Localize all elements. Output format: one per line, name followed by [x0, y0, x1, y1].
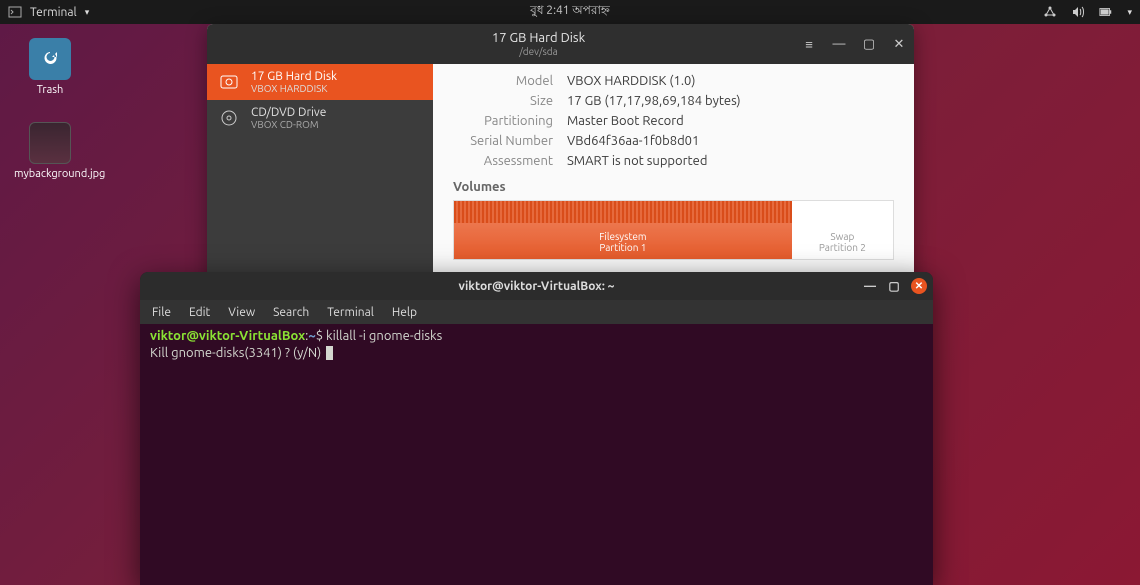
- volume-fs-label: Filesystem: [599, 231, 646, 242]
- info-label-size: Size: [453, 94, 553, 108]
- trash-desktop-icon[interactable]: Trash: [18, 38, 82, 96]
- sidebar-item-label: 17 GB Hard Disk: [251, 70, 337, 83]
- terminal-output: Kill gnome-disks(3341) ? (y/N): [150, 346, 324, 360]
- cd-icon: [217, 106, 241, 130]
- chevron-down-icon[interactable]: ▾: [85, 7, 90, 18]
- terminal-line: Kill gnome-disks(3341) ? (y/N): [150, 345, 923, 362]
- volume-partition-1[interactable]: Filesystem Partition 1: [454, 201, 792, 259]
- terminal-body[interactable]: viktor@viktor-VirtualBox:~$ killall -i g…: [140, 324, 933, 366]
- sidebar-item-sublabel: VBOX HARDDISK: [251, 83, 337, 94]
- disks-subtitle: /dev/sda: [275, 46, 802, 57]
- trash-label: Trash: [18, 84, 82, 96]
- terminal-command: killall -i gnome-disks: [323, 329, 442, 343]
- info-label-model: Model: [453, 74, 553, 88]
- maximize-button[interactable]: ▢: [887, 279, 901, 293]
- terminal-menubar: File Edit View Search Terminal Help: [140, 300, 933, 324]
- menu-file[interactable]: File: [152, 306, 171, 319]
- menu-help[interactable]: Help: [392, 306, 417, 319]
- prompt-user: viktor@viktor-VirtualBox: [150, 329, 305, 343]
- disks-title: 17 GB Hard Disk: [275, 31, 802, 45]
- info-label-serial: Serial Number: [453, 134, 553, 148]
- battery-icon[interactable]: [1099, 5, 1113, 19]
- harddisk-icon: [217, 70, 241, 94]
- terminal-title: viktor@viktor-VirtualBox: ~: [459, 280, 615, 293]
- volume-fs-label: Swap: [830, 231, 854, 242]
- disks-main: Model VBOX HARDDISK (1.0) Size 17 GB (17,1…: [433, 64, 914, 292]
- terminal-titlebar: viktor@viktor-VirtualBox: ~ — ▢ ✕: [140, 272, 933, 300]
- menu-edit[interactable]: Edit: [189, 306, 210, 319]
- image-thumbnail-icon: [29, 122, 71, 164]
- prompt-dollar: $: [316, 329, 323, 343]
- menu-terminal[interactable]: Terminal: [327, 306, 374, 319]
- clock[interactable]: বুধ 2:41 অপরাহ্ন: [530, 2, 610, 22]
- top-panel: Terminal ▾ বুধ 2:41 অপরাহ্ন ▾: [0, 0, 1140, 24]
- info-label-partitioning: Partitioning: [453, 114, 553, 128]
- terminal-indicator-icon: [8, 5, 22, 19]
- minimize-button[interactable]: —: [832, 37, 846, 52]
- terminal-window: viktor@viktor-VirtualBox: ~ — ▢ ✕ File E…: [140, 272, 933, 585]
- volume-part-label: Partition 2: [819, 242, 866, 253]
- sidebar-item-harddisk[interactable]: 17 GB Hard Disk VBOX HARDDISK: [207, 64, 433, 100]
- info-value-serial: VBd64f36aa-1f0b8d01: [567, 134, 699, 148]
- volume-part-label: Partition 1: [599, 242, 646, 253]
- info-label-assessment: Assessment: [453, 154, 553, 168]
- chevron-down-icon[interactable]: ▾: [1127, 7, 1132, 18]
- image-label: mybackground.jpg: [14, 168, 86, 180]
- info-value-model: VBOX HARDDISK (1.0): [567, 74, 695, 88]
- sidebar-item-label: CD/DVD Drive: [251, 106, 326, 119]
- volume-partition-2[interactable]: Swap Partition 2: [792, 201, 893, 259]
- close-button[interactable]: ✕: [892, 37, 906, 52]
- disks-sidebar: 17 GB Hard Disk VBOX HARDDISK CD/DVD Dri…: [207, 64, 433, 292]
- volumes-heading: Volumes: [453, 180, 894, 194]
- info-value-assessment: SMART is not supported: [567, 154, 707, 168]
- trash-icon: [29, 38, 71, 80]
- hamburger-icon[interactable]: ≡: [802, 37, 816, 52]
- disks-window: 17 GB Hard Disk /dev/sda ≡ — ▢ ✕ 17 GB H…: [207, 24, 914, 292]
- minimize-button[interactable]: —: [863, 280, 877, 293]
- close-button[interactable]: ✕: [911, 278, 927, 294]
- menu-view[interactable]: View: [228, 306, 255, 319]
- info-value-size: 17 GB (17,17,98,69,184 bytes): [567, 94, 741, 108]
- disks-titlebar: 17 GB Hard Disk /dev/sda ≡ — ▢ ✕: [207, 24, 914, 64]
- info-value-partitioning: Master Boot Record: [567, 114, 684, 128]
- prompt-path: ~: [308, 329, 315, 343]
- sidebar-item-cddvd[interactable]: CD/DVD Drive VBOX CD-ROM: [207, 100, 433, 136]
- image-desktop-icon[interactable]: mybackground.jpg: [14, 122, 86, 180]
- volume-icon[interactable]: [1071, 5, 1085, 19]
- terminal-line: viktor@viktor-VirtualBox:~$ killall -i g…: [150, 328, 923, 345]
- menu-search[interactable]: Search: [273, 306, 309, 319]
- sidebar-item-sublabel: VBOX CD-ROM: [251, 119, 326, 130]
- active-app-name[interactable]: Terminal: [30, 6, 77, 19]
- network-icon[interactable]: [1043, 5, 1057, 19]
- volumes-bar: Filesystem Partition 1 Swap Partition 2: [453, 200, 894, 260]
- maximize-button[interactable]: ▢: [862, 37, 876, 52]
- cursor: [326, 346, 333, 360]
